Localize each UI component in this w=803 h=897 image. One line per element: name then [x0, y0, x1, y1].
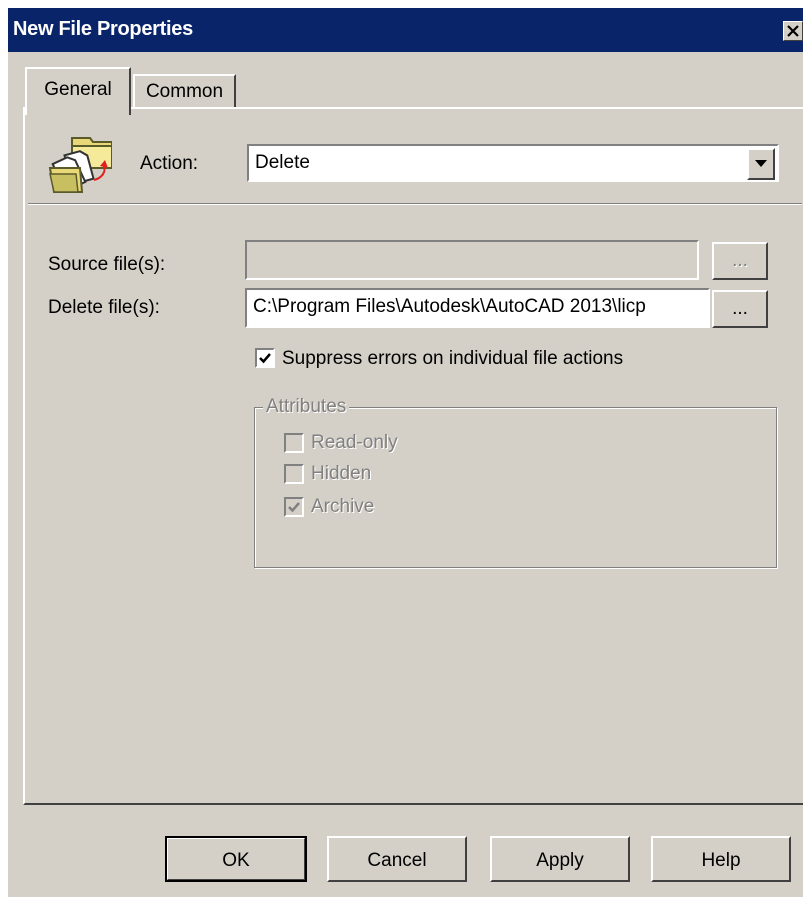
window-title: New File Properties: [13, 18, 193, 40]
help-button-label: Help: [701, 850, 741, 871]
tab-common[interactable]: Common: [133, 74, 236, 108]
ok-button-label: OK: [222, 850, 250, 871]
tab-general[interactable]: General: [25, 67, 131, 115]
help-button[interactable]: Help: [651, 836, 791, 882]
ok-button[interactable]: OK: [165, 836, 307, 882]
dialog-window: New File Properties General Common Actio…: [8, 8, 803, 897]
close-button[interactable]: [783, 21, 803, 41]
tab-common-label: Common: [145, 81, 224, 102]
tab-general-label: General: [44, 79, 112, 100]
apply-button-label: Apply: [536, 850, 584, 871]
apply-button[interactable]: Apply: [490, 836, 630, 882]
close-icon: [787, 25, 799, 37]
cancel-button-label: Cancel: [367, 850, 427, 871]
cancel-button[interactable]: Cancel: [327, 836, 467, 882]
general-panel: [23, 107, 803, 805]
title-bar: New File Properties: [8, 8, 803, 52]
